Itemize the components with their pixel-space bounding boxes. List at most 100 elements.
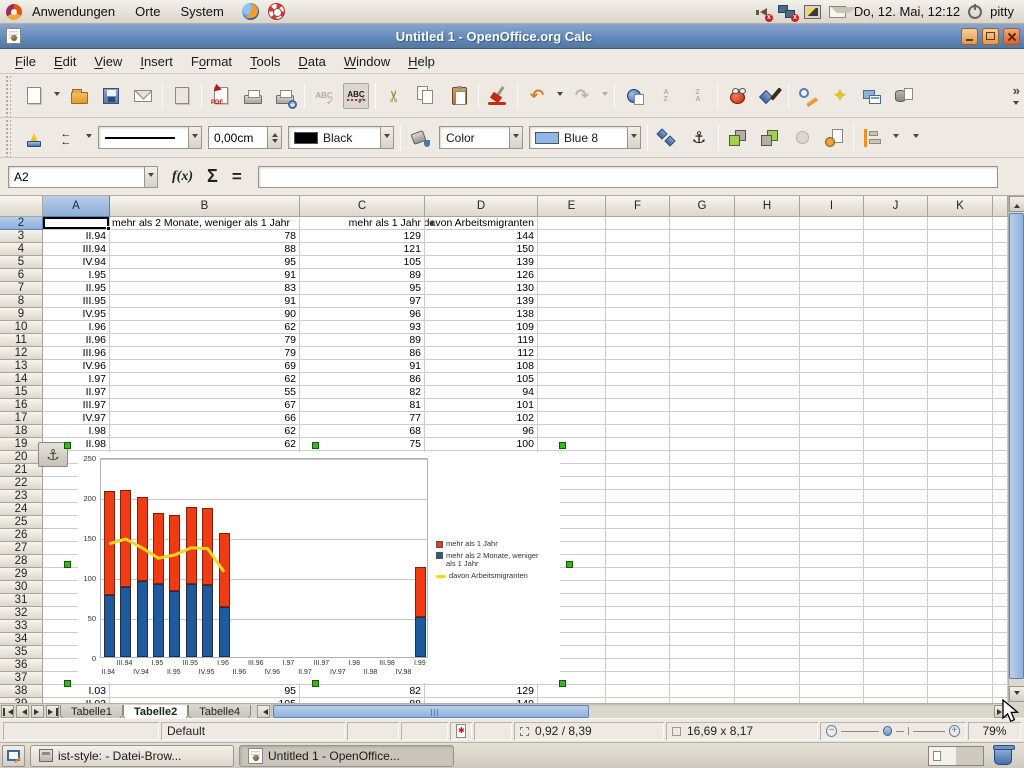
cell[interactable] [864,425,928,438]
cell[interactable] [928,607,993,620]
toolbar-overflow-button[interactable]: » [1013,83,1020,98]
cell[interactable] [735,659,800,672]
cell[interactable] [800,321,864,334]
maximize-button[interactable] [982,28,999,45]
cell[interactable] [606,490,670,503]
row-header-37[interactable]: 37 [0,672,43,685]
cell[interactable] [735,529,800,542]
scroll-up-button[interactable] [1009,196,1024,212]
cell[interactable]: 86 [300,373,425,386]
cell[interactable]: 109 [425,321,538,334]
spinner-buttons[interactable] [267,127,281,148]
cell[interactable]: 139 [425,256,538,269]
cell[interactable] [538,386,606,399]
row-header-31[interactable]: 31 [0,594,43,607]
cell[interactable]: I.97 [43,373,110,386]
cell[interactable]: 101 [425,399,538,412]
cell[interactable] [735,607,800,620]
new-document-button[interactable] [21,83,47,109]
cell[interactable]: 138 [425,308,538,321]
cell[interactable] [993,633,1008,646]
cell[interactable] [993,243,1008,256]
cell[interactable] [993,607,1008,620]
cell[interactable] [800,477,864,490]
cell[interactable]: 83 [110,282,300,295]
cell[interactable] [993,373,1008,386]
cell[interactable] [928,542,993,555]
cell[interactable]: 86 [300,347,425,360]
name-box-dropdown[interactable] [144,167,157,187]
formula-input-line[interactable] [258,166,998,188]
cell[interactable]: I.03 [43,685,110,698]
cell[interactable] [735,464,800,477]
toolbar-grip[interactable] [4,74,11,117]
toolbar-grip[interactable] [4,118,11,157]
fill-style-select[interactable]: Color [439,126,523,149]
row-header-16[interactable]: 16 [0,399,43,412]
cell[interactable] [800,529,864,542]
cell[interactable] [538,334,606,347]
cell[interactable] [800,672,864,685]
cell[interactable] [670,633,735,646]
name-box[interactable]: A2 [8,166,158,188]
cell[interactable] [735,217,800,230]
cell[interactable] [735,620,800,633]
ubuntu-logo-icon[interactable] [6,4,22,20]
vertical-scroll-thumb[interactable] [1009,213,1024,679]
cell[interactable] [993,399,1008,412]
panel-clock[interactable]: Do, 12. Mai, 12:12 [854,4,960,19]
cell[interactable] [735,477,800,490]
cell[interactable] [928,334,993,347]
cell[interactable] [735,542,800,555]
column-header-C[interactable]: C [300,196,425,217]
cell[interactable] [606,399,670,412]
grid-corner-select-all[interactable] [0,196,43,217]
cell[interactable] [670,555,735,568]
row-header-6[interactable]: 6 [0,269,43,282]
cell[interactable] [928,555,993,568]
cell[interactable] [606,685,670,698]
next-sheet-button[interactable] [31,705,44,718]
draw-functions-button[interactable] [756,83,782,109]
cell[interactable] [993,230,1008,243]
cell[interactable] [670,295,735,308]
object-selection-handle[interactable] [312,680,319,687]
bring-to-front-button[interactable] [725,125,751,151]
cell[interactable] [606,516,670,529]
cell[interactable] [800,243,864,256]
tab-split-scroll-left-button[interactable] [257,705,270,718]
cell[interactable] [864,633,928,646]
workspace-1-active[interactable] [929,747,956,765]
cell[interactable]: 78 [110,230,300,243]
cell[interactable] [800,412,864,425]
cell[interactable] [864,399,928,412]
column-header-B[interactable]: B [110,196,300,217]
minimize-button[interactable] [961,28,978,45]
cell[interactable] [538,685,606,698]
cell[interactable] [538,243,606,256]
cell[interactable]: 89 [300,269,425,282]
cell[interactable] [735,438,800,451]
first-sheet-button[interactable] [1,705,14,718]
cell[interactable]: 67 [110,399,300,412]
cell[interactable] [928,685,993,698]
cell[interactable]: 90 [110,308,300,321]
row-header-33[interactable]: 33 [0,620,43,633]
cell[interactable] [993,672,1008,685]
cell[interactable] [864,581,928,594]
cell[interactable] [670,607,735,620]
zoom-track[interactable] [913,731,945,732]
cell[interactable] [800,373,864,386]
cell[interactable] [800,659,864,672]
cell[interactable] [928,594,993,607]
function-wizard-button[interactable]: f(x) [172,169,193,185]
menu-help[interactable]: Help [399,51,444,72]
cell[interactable]: 126 [425,269,538,282]
fill-color-select[interactable]: Blue 8 [529,126,641,149]
cell[interactable] [670,269,735,282]
cell[interactable] [670,230,735,243]
cell[interactable] [928,256,993,269]
cell[interactable] [993,594,1008,607]
cell[interactable] [864,360,928,373]
row-header-29[interactable]: 29 [0,568,43,581]
